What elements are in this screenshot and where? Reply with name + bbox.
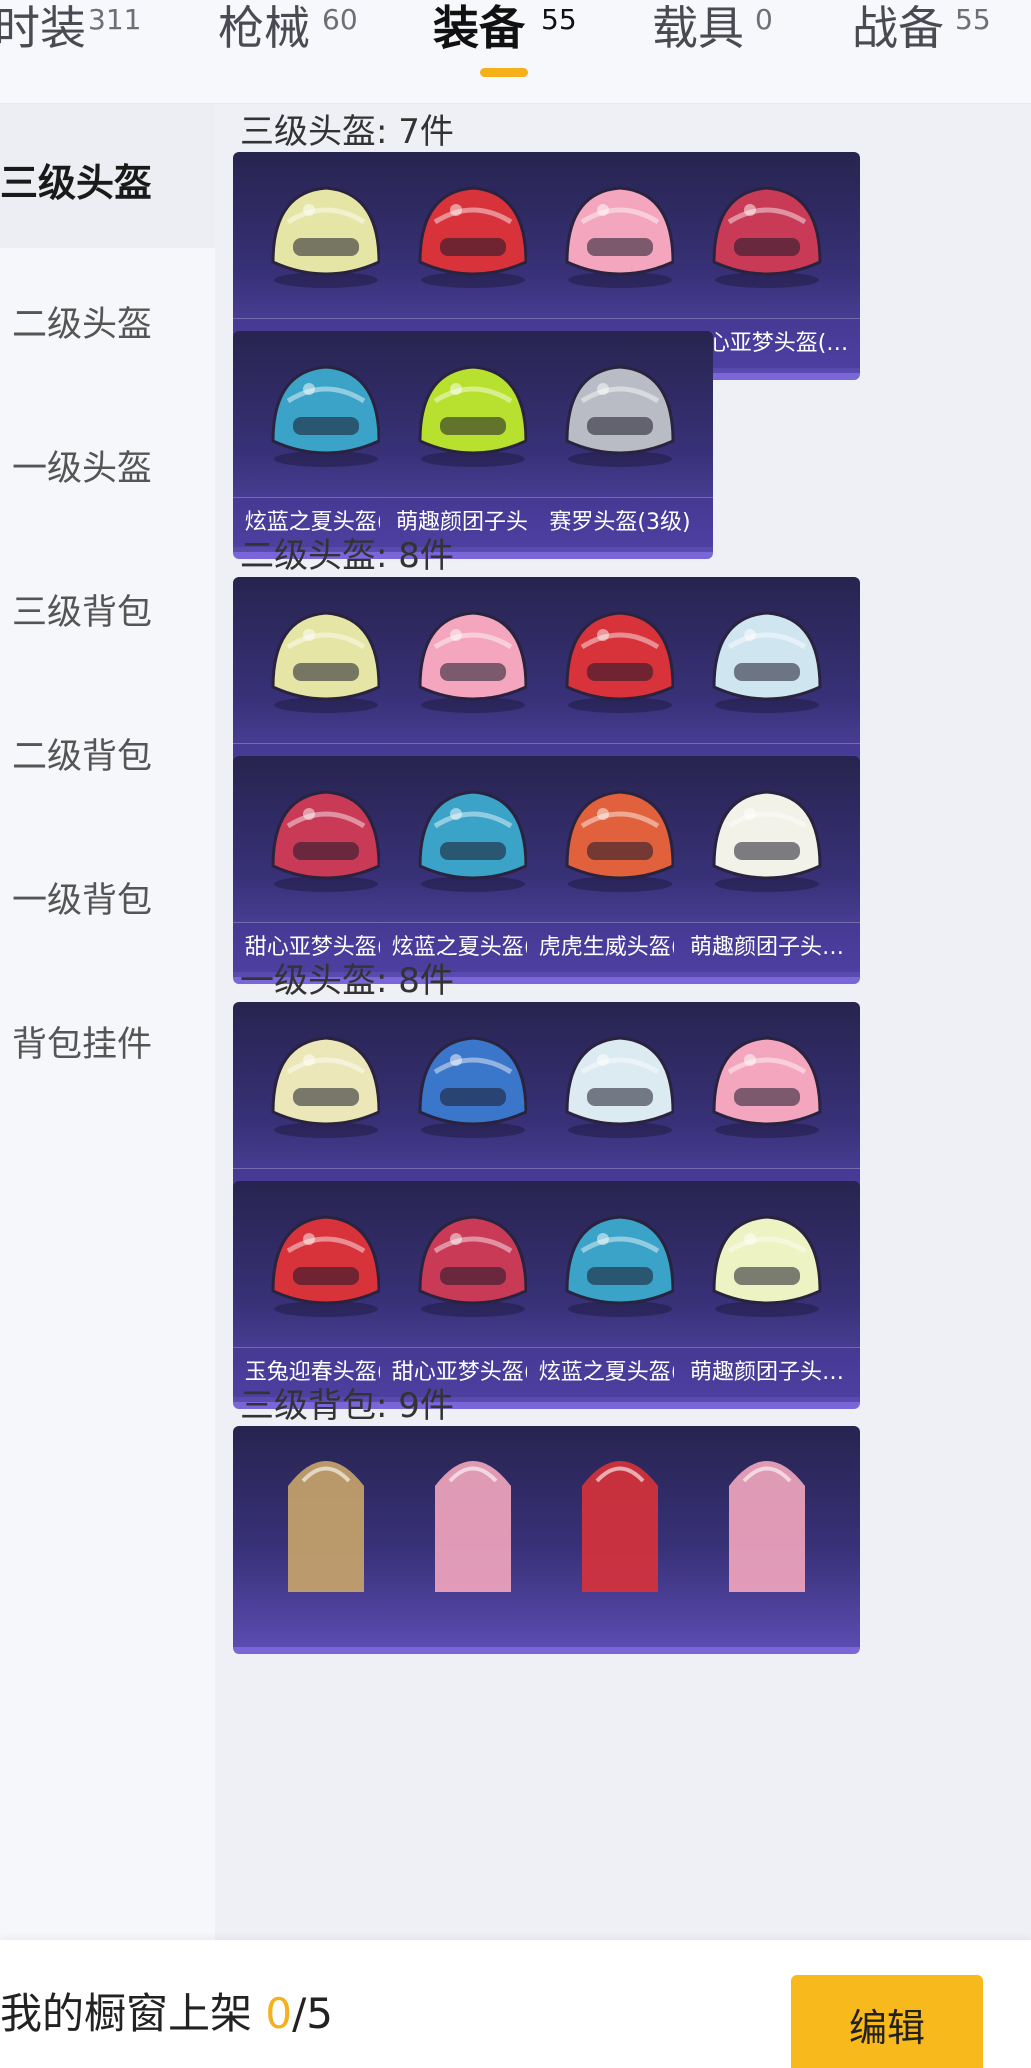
showcase-total-count: /5 <box>292 1989 333 2038</box>
tab-count: 311 <box>88 3 142 36</box>
sidebar-item[interactable]: 背包挂件 <box>0 968 215 1112</box>
tab-3[interactable]: 载具 0 <box>652 0 842 104</box>
item-name: 萌趣颜团子头… <box>674 1347 860 1397</box>
category-tabs: 时装 311 枪械 60 装备 55 载具 0 战备 55 <box>0 0 1031 104</box>
edit-button-label: 编辑 <box>848 2006 925 2050</box>
item-card[interactable]: 萌趣颜团子头… <box>674 756 860 984</box>
sidebar-item-label: 二级背包 <box>12 737 153 777</box>
backpack-icon <box>729 1461 805 1592</box>
showcase-label-text: 我的橱窗上架 <box>0 1989 266 2038</box>
showcase-current-count: 0 <box>265 1989 293 2038</box>
sidebar: 三级头盔二级头盔一级头盔三级背包二级背包一级背包背包挂件 <box>0 104 215 1940</box>
item-image <box>527 331 713 497</box>
sidebar-item-label: 三级头盔 <box>0 161 153 205</box>
item-image <box>674 756 860 922</box>
tab-label: 时装 <box>0 1 86 55</box>
tab-count: 55 <box>541 3 577 36</box>
app-root: 时装 311 枪械 60 装备 55 载具 0 战备 55 三级头盔二级头盔一级头盔三级背包二级背… <box>0 0 1031 2068</box>
tab-4[interactable]: 战备 55 <box>852 0 1031 104</box>
sidebar-item-label: 二级头盔 <box>12 305 153 345</box>
cute-dango-helmet-icon <box>712 1215 822 1317</box>
sidebar-item-label: 一级头盔 <box>12 449 153 489</box>
sidebar-item-label: 三级背包 <box>12 593 153 633</box>
sidebar-item[interactable]: 三级头盔 <box>0 104 215 248</box>
bottom-bar: 我的橱窗上架 0/5 编辑 <box>0 1940 1031 2068</box>
item-image <box>674 1426 860 1592</box>
sidebar-item[interactable]: 二级背包 <box>0 680 215 824</box>
sidebar-item[interactable]: 一级头盔 <box>0 392 215 536</box>
sidebar-item-label: 一级背包 <box>12 881 153 921</box>
item-grid-panel[interactable]: 三级头盔: 7件田园牧歌头盔(…玉兔迎春头盔(…娇憨猪猪头盔(…甜心亚梦头盔(…… <box>215 104 1031 1940</box>
tab-2[interactable]: 装备 55 <box>433 0 623 104</box>
showcase-label: 我的橱窗上架 0/5 <box>0 1980 333 2041</box>
edit-button[interactable]: 编辑 <box>791 1975 983 2068</box>
rainbow-cat-helmet-icon <box>712 611 822 713</box>
tab-count: 60 <box>322 3 358 36</box>
item-name: 赛罗头盔(3级) <box>527 497 713 547</box>
sweetheart-helmet-icon <box>712 186 822 288</box>
section-title: 一级头盔: 8件 <box>240 961 454 1001</box>
section-title: 三级头盔: 7件 <box>240 112 454 152</box>
tab-0[interactable]: 时装 311 <box>0 0 184 104</box>
zero-helmet-icon <box>565 365 675 467</box>
item-card[interactable]: 萌趣颜团子头… <box>674 1181 860 1409</box>
item-image <box>674 577 860 743</box>
item-image <box>674 152 860 318</box>
sidebar-item[interactable]: 二级头盔 <box>0 248 215 392</box>
tab-label: 装备 <box>433 1 525 55</box>
section-title: 二级头盔: 8件 <box>240 536 454 576</box>
item-card[interactable]: 赛罗头盔(3级) <box>527 331 713 559</box>
item-image <box>674 1181 860 1347</box>
pig-helmet-icon <box>712 1036 822 1138</box>
sidebar-item[interactable]: 三级背包 <box>0 536 215 680</box>
tab-label: 枪械 <box>218 1 310 55</box>
sidebar-item-label: 背包挂件 <box>12 1025 153 1065</box>
active-tab-underline <box>480 68 528 77</box>
cute-dango-helmet-icon <box>712 790 822 892</box>
tab-1[interactable]: 枪械 60 <box>218 0 408 104</box>
section-title: 三级背包: 9件 <box>240 1386 454 1426</box>
item-card[interactable] <box>674 1426 860 1654</box>
tab-count: 55 <box>955 3 991 36</box>
tab-count: 0 <box>755 3 773 36</box>
item-image <box>674 1002 860 1168</box>
tab-label: 战备 <box>852 1 944 55</box>
tab-label: 载具 <box>652 1 744 55</box>
sidebar-item[interactable]: 一级背包 <box>0 824 215 968</box>
item-name: 萌趣颜团子头… <box>674 922 860 972</box>
